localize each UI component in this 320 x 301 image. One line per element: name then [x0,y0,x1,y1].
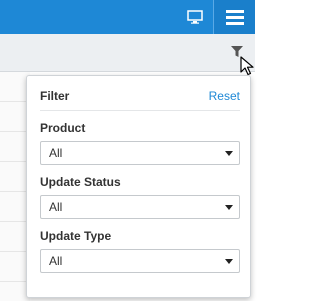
filter-panel-header: Filter Reset [40,89,240,111]
product-select-value: All [49,146,63,160]
update-type-select[interactable]: All [40,249,240,273]
chevron-down-icon [225,259,233,264]
product-select[interactable]: All [40,141,240,165]
hamburger-menu-icon [225,9,244,25]
monitor-icon [187,10,203,24]
mouse-cursor-icon [240,56,254,76]
top-bar [0,0,255,34]
reset-link[interactable]: Reset [209,89,240,103]
chevron-down-icon [225,205,233,210]
update-type-select-value: All [49,254,63,268]
main-menu-button[interactable] [213,0,255,34]
update-status-label: Update Status [40,175,121,189]
chevron-down-icon [225,151,233,156]
update-status-select[interactable]: All [40,195,240,219]
product-label: Product [40,121,86,135]
filter-toolbar [0,34,255,72]
update-status-select-value: All [49,200,63,214]
update-type-label: Update Type [40,229,112,243]
display-button[interactable] [179,0,211,34]
filter-panel-title: Filter [40,89,70,103]
filter-panel: Filter Reset Product All Update Status A… [26,75,251,298]
